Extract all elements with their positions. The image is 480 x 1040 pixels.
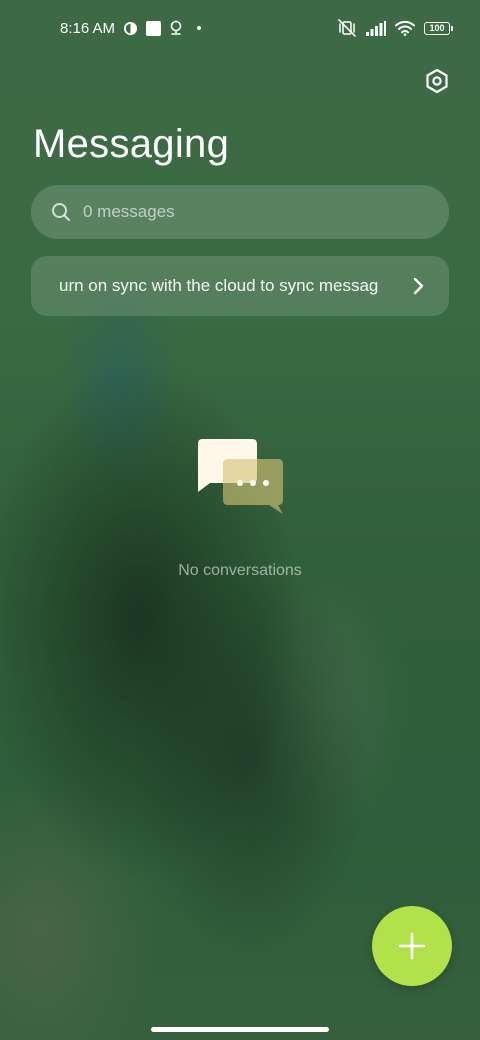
status-left: 8:16 AM: [60, 18, 202, 38]
sync-banner-text: urn on sync with the cloud to sync messa…: [59, 276, 379, 295]
battery-level: 100: [429, 23, 445, 33]
vibrate-muted-icon: [338, 19, 356, 37]
dot-icon: [197, 26, 202, 30]
settings-gear-icon: [426, 68, 448, 94]
sync-banner[interactable]: urn on sync with the cloud to sync messa…: [31, 256, 449, 316]
wifi-icon: [395, 20, 415, 36]
settings-button[interactable]: [420, 64, 454, 98]
status-time: 8:16 AM: [60, 19, 116, 37]
search-bar[interactable]: 0 messages: [31, 185, 449, 239]
clock-c-icon: [123, 21, 138, 35]
page-title: Messaging: [33, 122, 230, 166]
plus-icon: [398, 932, 426, 960]
chat-bubbles-icon: [198, 439, 283, 514]
status-right: 100: [337, 17, 453, 39]
chevron-right-icon: [413, 277, 424, 295]
empty-state-text: No conversations: [178, 562, 302, 579]
new-message-button[interactable]: [372, 906, 452, 986]
search-icon: [52, 203, 70, 221]
battery-icon: 100: [424, 21, 453, 35]
status-bar: 8:16 AM 100: [0, 0, 480, 56]
home-indicator[interactable]: [151, 1027, 329, 1032]
location-pin-icon: [170, 20, 182, 35]
square-notification-icon: [146, 20, 162, 36]
search-input[interactable]: 0 messages: [83, 202, 175, 222]
signal-icon: [366, 20, 386, 36]
